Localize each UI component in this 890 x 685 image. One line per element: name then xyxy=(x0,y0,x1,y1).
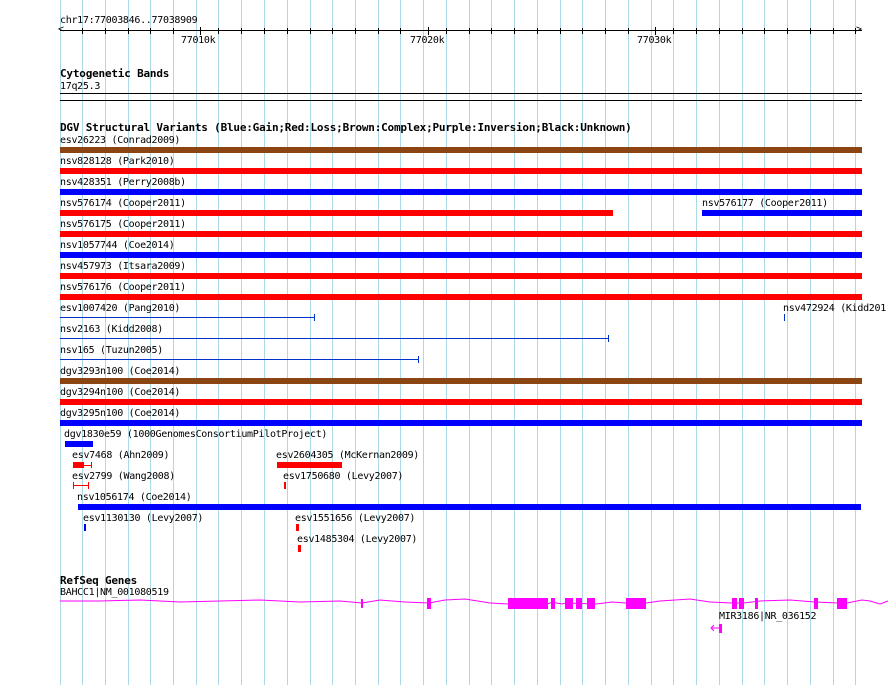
gene-intron-line[interactable] xyxy=(60,598,889,605)
gene-exon[interactable] xyxy=(361,599,363,608)
gene-label: MIR3186|NR_036152 xyxy=(719,611,817,622)
mir-gene-exon[interactable] xyxy=(719,624,722,633)
gene-exon[interactable] xyxy=(732,598,737,609)
gene-exon[interactable] xyxy=(427,598,431,609)
gene-exon[interactable] xyxy=(508,598,548,609)
refseq-gene-models xyxy=(60,598,889,633)
gene-exon[interactable] xyxy=(551,598,555,609)
gene-exon[interactable] xyxy=(837,598,847,609)
gene-exon[interactable] xyxy=(755,598,758,609)
gene-exon[interactable] xyxy=(576,598,582,609)
gene-exon[interactable] xyxy=(587,598,595,609)
gene-exon[interactable] xyxy=(626,598,646,609)
gene-exon[interactable] xyxy=(739,598,744,609)
gene-exon[interactable] xyxy=(565,598,573,609)
gene-exon[interactable] xyxy=(814,598,818,609)
